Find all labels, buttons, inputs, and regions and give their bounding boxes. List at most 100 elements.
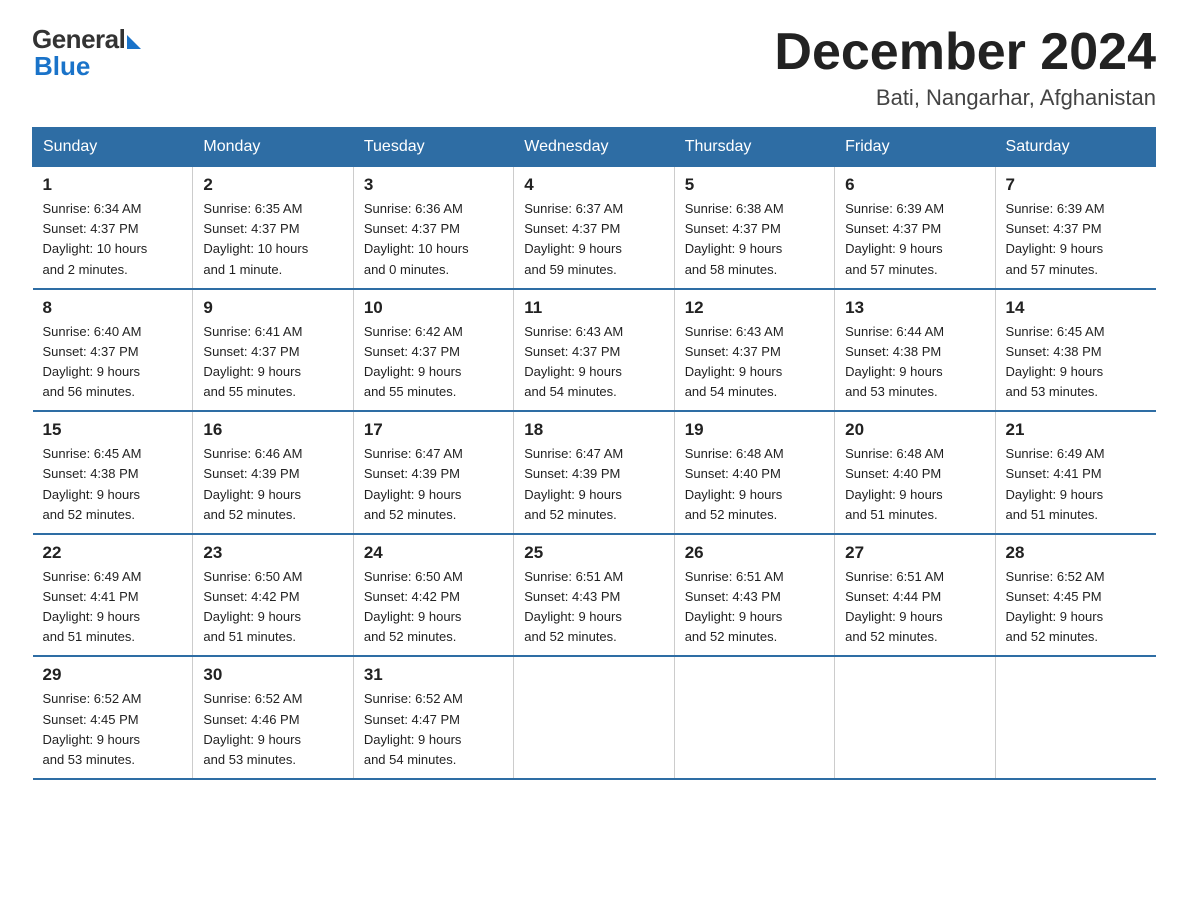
day-number: 21 — [1006, 420, 1146, 440]
calendar-cell: 10 Sunrise: 6:42 AMSunset: 4:37 PMDayligh… — [353, 289, 513, 412]
day-number: 18 — [524, 420, 663, 440]
calendar-cell: 4 Sunrise: 6:37 AMSunset: 4:37 PMDaylight… — [514, 167, 674, 289]
day-info: Sunrise: 6:51 AMSunset: 4:43 PMDaylight:… — [524, 567, 663, 648]
day-number: 9 — [203, 298, 342, 318]
day-info: Sunrise: 6:44 AMSunset: 4:38 PMDaylight:… — [845, 322, 984, 403]
day-number: 27 — [845, 543, 984, 563]
calendar-cell: 21 Sunrise: 6:49 AMSunset: 4:41 PMDayligh… — [995, 411, 1155, 534]
weekday-header-thursday: Thursday — [674, 128, 834, 167]
day-number: 5 — [685, 175, 824, 195]
day-number: 26 — [685, 543, 824, 563]
day-info: Sunrise: 6:42 AMSunset: 4:37 PMDaylight:… — [364, 322, 503, 403]
logo-blue-text: Blue — [34, 51, 90, 82]
day-number: 30 — [203, 665, 342, 685]
calendar-cell: 19Sunrise: 6:48 AMSunset: 4:40 PMDayligh… — [674, 411, 834, 534]
day-number: 14 — [1006, 298, 1146, 318]
day-info: Sunrise: 6:35 AMSunset: 4:37 PMDaylight:… — [203, 199, 342, 280]
day-info: Sunrise: 6:43 AMSunset: 4:37 PMDaylight:… — [685, 322, 824, 403]
weekday-header-monday: Monday — [193, 128, 353, 167]
day-info: Sunrise: 6:52 AMSunset: 4:45 PMDaylight:… — [1006, 567, 1146, 648]
title-block: December 2024 Bati, Nangarhar, Afghanist… — [774, 24, 1156, 111]
calendar-table: SundayMondayTuesdayWednesdayThursdayFrid… — [32, 127, 1156, 780]
day-info: Sunrise: 6:52 AMSunset: 4:46 PMDaylight:… — [203, 689, 342, 770]
calendar-cell — [835, 656, 995, 779]
calendar-cell: 5 Sunrise: 6:38 AMSunset: 4:37 PMDaylight… — [674, 167, 834, 289]
day-number: 4 — [524, 175, 663, 195]
logo: General Blue — [32, 24, 141, 82]
calendar-cell: 25 Sunrise: 6:51 AMSunset: 4:43 PMDayligh… — [514, 534, 674, 657]
day-number: 6 — [845, 175, 984, 195]
calendar-cell: 27 Sunrise: 6:51 AMSunset: 4:44 PMDayligh… — [835, 534, 995, 657]
calendar-cell: 26 Sunrise: 6:51 AMSunset: 4:43 PMDayligh… — [674, 534, 834, 657]
calendar-cell: 30 Sunrise: 6:52 AMSunset: 4:46 PMDayligh… — [193, 656, 353, 779]
day-info: Sunrise: 6:47 AMSunset: 4:39 PMDaylight:… — [524, 444, 663, 525]
day-info: Sunrise: 6:52 AMSunset: 4:47 PMDaylight:… — [364, 689, 503, 770]
day-number: 3 — [364, 175, 503, 195]
day-info: Sunrise: 6:51 AMSunset: 4:44 PMDaylight:… — [845, 567, 984, 648]
calendar-cell: 12 Sunrise: 6:43 AMSunset: 4:37 PMDayligh… — [674, 289, 834, 412]
day-info: Sunrise: 6:39 AMSunset: 4:37 PMDaylight:… — [1006, 199, 1146, 280]
weekday-header-saturday: Saturday — [995, 128, 1155, 167]
calendar-cell: 9Sunrise: 6:41 AMSunset: 4:37 PMDaylight… — [193, 289, 353, 412]
day-number: 1 — [43, 175, 183, 195]
calendar-cell: 24Sunrise: 6:50 AMSunset: 4:42 PMDayligh… — [353, 534, 513, 657]
calendar-cell: 13 Sunrise: 6:44 AMSunset: 4:38 PMDayligh… — [835, 289, 995, 412]
calendar-week-2: 8 Sunrise: 6:40 AMSunset: 4:37 PMDaylight… — [33, 289, 1156, 412]
calendar-cell: 17 Sunrise: 6:47 AMSunset: 4:39 PMDayligh… — [353, 411, 513, 534]
weekday-header-row: SundayMondayTuesdayWednesdayThursdayFrid… — [33, 128, 1156, 167]
calendar-cell: 11Sunrise: 6:43 AMSunset: 4:37 PMDayligh… — [514, 289, 674, 412]
day-number: 24 — [364, 543, 503, 563]
day-info: Sunrise: 6:48 AMSunset: 4:40 PMDaylight:… — [845, 444, 984, 525]
day-number: 22 — [43, 543, 183, 563]
day-info: Sunrise: 6:49 AMSunset: 4:41 PMDaylight:… — [1006, 444, 1146, 525]
calendar-week-1: 1Sunrise: 6:34 AMSunset: 4:37 PMDaylight… — [33, 167, 1156, 289]
calendar-cell: 2 Sunrise: 6:35 AMSunset: 4:37 PMDaylight… — [193, 167, 353, 289]
day-info: Sunrise: 6:43 AMSunset: 4:37 PMDaylight:… — [524, 322, 663, 403]
calendar-cell: 14 Sunrise: 6:45 AMSunset: 4:38 PMDayligh… — [995, 289, 1155, 412]
day-info: Sunrise: 6:52 AMSunset: 4:45 PMDaylight:… — [43, 689, 183, 770]
calendar-cell: 6Sunrise: 6:39 AMSunset: 4:37 PMDaylight… — [835, 167, 995, 289]
day-number: 13 — [845, 298, 984, 318]
day-number: 16 — [203, 420, 342, 440]
calendar-week-3: 15Sunrise: 6:45 AMSunset: 4:38 PMDayligh… — [33, 411, 1156, 534]
day-info: Sunrise: 6:46 AMSunset: 4:39 PMDaylight:… — [203, 444, 342, 525]
calendar-cell: 31 Sunrise: 6:52 AMSunset: 4:47 PMDayligh… — [353, 656, 513, 779]
day-info: Sunrise: 6:40 AMSunset: 4:37 PMDaylight:… — [43, 322, 183, 403]
calendar-cell — [674, 656, 834, 779]
day-number: 7 — [1006, 175, 1146, 195]
location-subtitle: Bati, Nangarhar, Afghanistan — [774, 85, 1156, 111]
calendar-cell — [514, 656, 674, 779]
day-number: 28 — [1006, 543, 1146, 563]
day-info: Sunrise: 6:45 AMSunset: 4:38 PMDaylight:… — [1006, 322, 1146, 403]
calendar-cell: 15Sunrise: 6:45 AMSunset: 4:38 PMDayligh… — [33, 411, 193, 534]
day-info: Sunrise: 6:51 AMSunset: 4:43 PMDaylight:… — [685, 567, 824, 648]
day-info: Sunrise: 6:49 AMSunset: 4:41 PMDaylight:… — [43, 567, 183, 648]
day-number: 31 — [364, 665, 503, 685]
day-number: 29 — [43, 665, 183, 685]
weekday-header-sunday: Sunday — [33, 128, 193, 167]
calendar-cell: 8 Sunrise: 6:40 AMSunset: 4:37 PMDaylight… — [33, 289, 193, 412]
day-info: Sunrise: 6:50 AMSunset: 4:42 PMDaylight:… — [203, 567, 342, 648]
day-info: Sunrise: 6:36 AMSunset: 4:37 PMDaylight:… — [364, 199, 503, 280]
day-number: 8 — [43, 298, 183, 318]
page-header: General Blue December 2024 Bati, Nangarh… — [32, 24, 1156, 111]
day-number: 17 — [364, 420, 503, 440]
day-info: Sunrise: 6:47 AMSunset: 4:39 PMDaylight:… — [364, 444, 503, 525]
day-number: 2 — [203, 175, 342, 195]
logo-triangle-icon — [127, 35, 141, 49]
month-title: December 2024 — [774, 24, 1156, 81]
day-info: Sunrise: 6:37 AMSunset: 4:37 PMDaylight:… — [524, 199, 663, 280]
calendar-cell: 29 Sunrise: 6:52 AMSunset: 4:45 PMDayligh… — [33, 656, 193, 779]
day-number: 10 — [364, 298, 503, 318]
day-number: 23 — [203, 543, 342, 563]
day-number: 25 — [524, 543, 663, 563]
day-number: 20 — [845, 420, 984, 440]
calendar-cell: 1Sunrise: 6:34 AMSunset: 4:37 PMDaylight… — [33, 167, 193, 289]
day-info: Sunrise: 6:38 AMSunset: 4:37 PMDaylight:… — [685, 199, 824, 280]
weekday-header-friday: Friday — [835, 128, 995, 167]
calendar-cell: 7 Sunrise: 6:39 AMSunset: 4:37 PMDaylight… — [995, 167, 1155, 289]
weekday-header-tuesday: Tuesday — [353, 128, 513, 167]
day-number: 19 — [685, 420, 824, 440]
weekday-header-wednesday: Wednesday — [514, 128, 674, 167]
day-number: 12 — [685, 298, 824, 318]
